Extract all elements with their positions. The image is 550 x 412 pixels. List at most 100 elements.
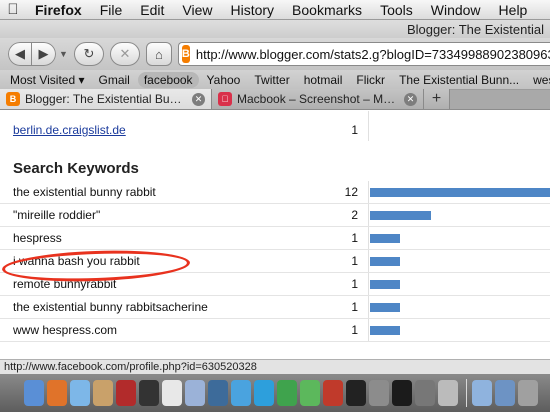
game-icon[interactable] [323, 380, 343, 406]
preview-icon[interactable] [93, 380, 113, 406]
keyword-bar [370, 257, 400, 266]
keyword-row: the existential bunny rabbit 12 [0, 181, 550, 204]
close-tab-icon[interactable]: ✕ [192, 92, 205, 106]
apple-site-icon:  [218, 92, 232, 106]
keyword-count: 12 [344, 185, 358, 199]
back-arrow-icon: ◀ [15, 46, 25, 61]
referrer-row: berlin.de.craigslist.de 1 [0, 119, 550, 142]
folder-icon[interactable] [472, 380, 492, 406]
bookmark-hotmail[interactable]: hotmail [298, 72, 349, 88]
stop-icon: ✕ [119, 46, 131, 61]
keyword-label: "mireille roddier" [13, 208, 101, 222]
menu-window[interactable]: Window [422, 2, 490, 18]
menu-help[interactable]: Help [490, 2, 537, 18]
finder-icon[interactable] [24, 380, 44, 406]
keyword-bar [370, 234, 400, 243]
reload-icon: ↻ [83, 46, 95, 61]
keyword-bar [370, 211, 431, 220]
pencil-icon[interactable] [208, 380, 228, 406]
keyword-count: 1 [351, 300, 358, 314]
page-content: berlin.de.craigslist.de 1 Search Keyword… [0, 111, 550, 359]
home-icon: ⌂ [154, 46, 163, 62]
macos-menu-bar:  Firefox File Edit View History Bookmar… [0, 0, 550, 20]
app-icon[interactable] [369, 380, 389, 406]
keyword-count: 1 [351, 323, 358, 337]
forward-button[interactable]: ▶ [32, 42, 56, 66]
bookmark-flickr[interactable]: Flickr [350, 72, 391, 88]
bar-cell [368, 273, 550, 295]
keyword-label: the existential bunny rabbitsacherine [13, 300, 208, 314]
url-text[interactable]: http://www.blogger.com/stats2.g?blogID=7… [196, 47, 550, 62]
back-forward-group: ◀ ▶ [8, 42, 56, 66]
window-title-bar: Blogger: The Existential [0, 20, 550, 38]
trash-icon[interactable] [518, 380, 538, 406]
tab-label: Macbook – Screenshot – Mac-F... [237, 92, 399, 106]
skype-icon[interactable] [254, 380, 274, 406]
forward-arrow-icon: ▶ [38, 46, 49, 61]
menu-bookmarks[interactable]: Bookmarks [283, 2, 371, 18]
stop-button[interactable]: ✕ [109, 42, 140, 66]
back-button[interactable]: ◀ [8, 42, 32, 66]
activity-monitor-icon[interactable] [346, 380, 366, 406]
bar-cell [368, 181, 550, 203]
book-icon[interactable] [116, 380, 136, 406]
reload-button[interactable]: ↻ [73, 42, 104, 66]
tab-macbook-screenshot[interactable]:  Macbook – Screenshot – Mac-F... ✕ [212, 89, 424, 109]
blogger-favicon-icon: B [181, 45, 190, 63]
keyword-bar [370, 303, 400, 312]
chat-icon[interactable] [277, 380, 297, 406]
keyword-count: 1 [351, 254, 358, 268]
blogger-icon: B [6, 92, 20, 106]
menu-file[interactable]: File [91, 2, 132, 18]
photobooth-icon[interactable] [139, 380, 159, 406]
tab-label: Blogger: The Existential Bunny ... [25, 92, 187, 106]
mail-icon[interactable] [185, 380, 205, 406]
keyword-label: the existential bunny rabbit [13, 185, 156, 199]
keyword-label: www hespress.com [13, 323, 118, 337]
tab-strip: B Blogger: The Existential Bunny ... ✕ … [0, 89, 550, 110]
green-app-icon[interactable] [300, 380, 320, 406]
safari-icon[interactable] [231, 380, 251, 406]
menu-tools[interactable]: Tools [371, 2, 422, 18]
bookmark-yahoo[interactable]: Yahoo [201, 72, 247, 88]
bar-cell [368, 319, 550, 341]
bookmark-most-visited[interactable]: Most Visited ▾ [4, 72, 91, 88]
utility-icon[interactable] [415, 380, 435, 406]
bookmark-facebook[interactable]: facebook [137, 71, 199, 88]
history-dropdown-icon[interactable]: ▼ [59, 49, 68, 59]
menu-view[interactable]: View [173, 2, 221, 18]
disk-icon[interactable] [438, 380, 458, 406]
referrer-link[interactable]: berlin.de.craigslist.de [13, 123, 126, 137]
bar-cell [368, 227, 550, 249]
bar-cell [368, 296, 550, 318]
keyword-label: hespress [13, 231, 62, 245]
keyword-row: "mireille roddier" 2 [0, 204, 550, 227]
menu-firefox[interactable]: Firefox [26, 2, 91, 18]
bookmark-existential-bunny[interactable]: The Existential Bunn... [393, 72, 525, 88]
bookmark-gmail[interactable]: Gmail [93, 72, 136, 88]
menu-edit[interactable]: Edit [131, 2, 173, 18]
bookmark-westpac[interactable]: westpac [527, 72, 550, 88]
tab-blogger[interactable]: B Blogger: The Existential Bunny ... ✕ [0, 89, 212, 109]
macos-dock [0, 374, 550, 412]
url-bar[interactable]: B http://www.blogger.com/stats2.g?blogID… [177, 42, 550, 66]
keyword-row: hespress 1 [0, 227, 550, 250]
calendar-icon[interactable] [162, 380, 182, 406]
documents-icon[interactable] [495, 380, 515, 406]
apple-logo-icon[interactable]:  [0, 1, 26, 18]
status-bar: http://www.facebook.com/profile.php?id=6… [0, 359, 550, 374]
close-tab-icon[interactable]: ✕ [404, 92, 417, 106]
menu-history[interactable]: History [221, 2, 283, 18]
keyword-row: www hespress.com 1 [0, 319, 550, 342]
keyword-count: 2 [351, 208, 358, 222]
status-text: http://www.facebook.com/profile.php?id=6… [4, 361, 257, 373]
bookmark-twitter[interactable]: Twitter [248, 72, 295, 88]
bar-cell [368, 204, 550, 226]
terminal-icon[interactable] [392, 380, 412, 406]
home-button[interactable]: ⌂ [145, 42, 172, 66]
keyword-bar [370, 188, 550, 197]
keyword-bar [370, 280, 400, 289]
firefox-icon[interactable] [47, 380, 67, 406]
new-tab-button[interactable]: + [424, 89, 450, 109]
itunes-icon[interactable] [70, 380, 90, 406]
